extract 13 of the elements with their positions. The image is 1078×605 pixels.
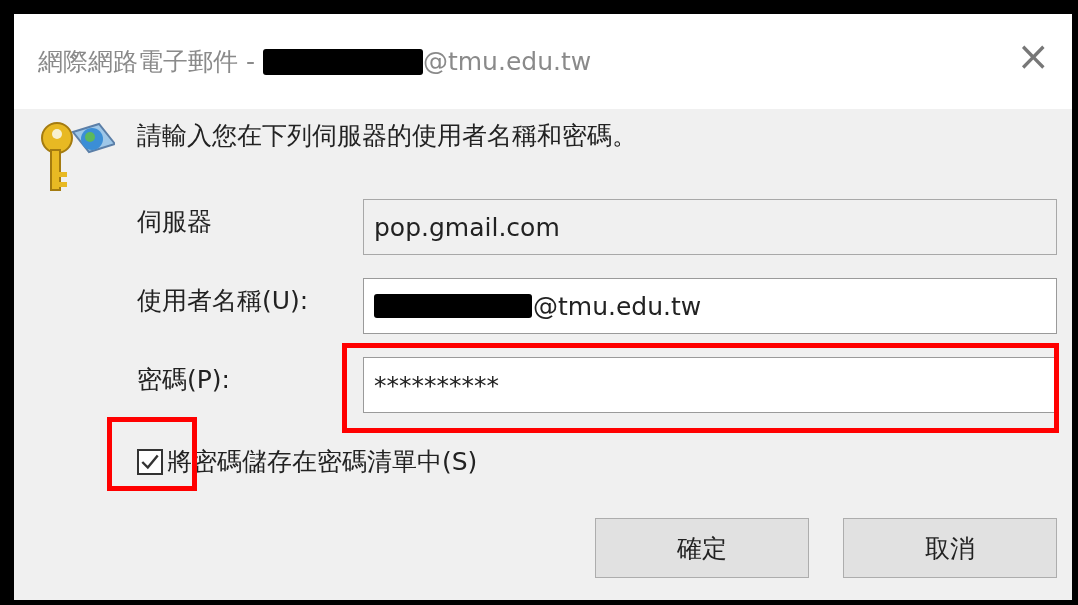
- checkbox[interactable]: [137, 448, 163, 475]
- input-field[interactable]: pop.gmail.com: [363, 199, 1057, 255]
- prompt-text: 請輸入您在下列伺服器的使用者名稱和密碼。: [137, 120, 637, 152]
- field-label: 使用者名稱(U):: [137, 285, 310, 317]
- window-title: @tmu.edu.tw: [422, 47, 592, 76]
- field-label: 密碼(P):: [137, 364, 231, 396]
- window-title: 網際網路電子郵件 -: [38, 46, 255, 78]
- field-label: 伺服器: [137, 206, 213, 238]
- cancel-button[interactable]: 取消: [843, 518, 1057, 578]
- input-field[interactable]: **********: [363, 357, 1057, 413]
- ok-button[interactable]: 確定: [595, 518, 809, 578]
- input-field[interactable]: @tmu.edu.tw: [363, 278, 1057, 334]
- close-button[interactable]: ×: [1012, 36, 1054, 76]
